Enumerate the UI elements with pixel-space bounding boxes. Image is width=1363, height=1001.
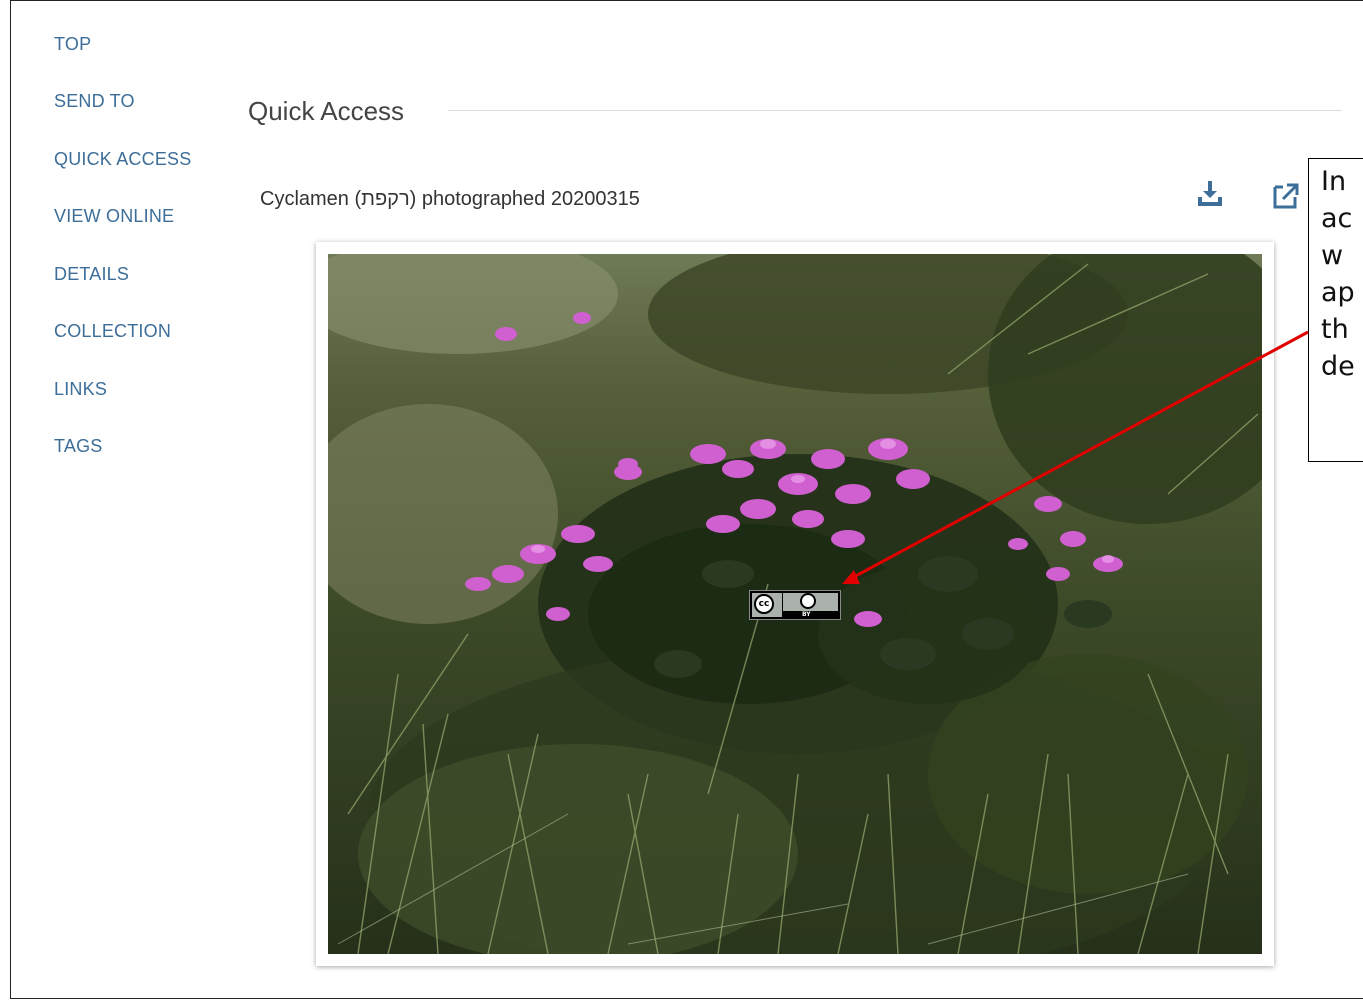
nav-quick-access[interactable]: QUICK ACCESS [54,149,191,170]
annotation-callout: In ac w ap th de [1308,158,1363,462]
nav-details[interactable]: DETAILS [54,264,129,285]
callout-line: ac [1321,203,1353,234]
nav-links[interactable]: LINKS [54,379,107,400]
license-badge: cc BY [749,590,841,620]
item-title: Cyclamen (רקפת) photographed 20200315 [260,188,640,210]
external-link-icon[interactable] [1268,178,1302,212]
section-divider [448,110,1342,111]
callout-line: de [1321,351,1355,382]
attribution-icon [800,593,816,609]
nav-top[interactable]: TOP [54,34,91,55]
nav-view-online[interactable]: VIEW ONLINE [54,206,174,227]
download-icon[interactable] [1193,178,1227,212]
nav-collection[interactable]: COLLECTION [54,321,171,342]
callout-line: w [1321,240,1344,271]
nav-tags[interactable]: TAGS [54,436,102,457]
callout-line: th [1321,314,1349,345]
callout-line: ap [1321,277,1355,308]
section-title: Quick Access [248,96,405,126]
attribution-label: BY [802,611,811,618]
nav-send-to[interactable]: SEND TO [54,91,135,112]
callout-line: In [1321,166,1347,197]
cc-icon: cc [754,594,774,614]
